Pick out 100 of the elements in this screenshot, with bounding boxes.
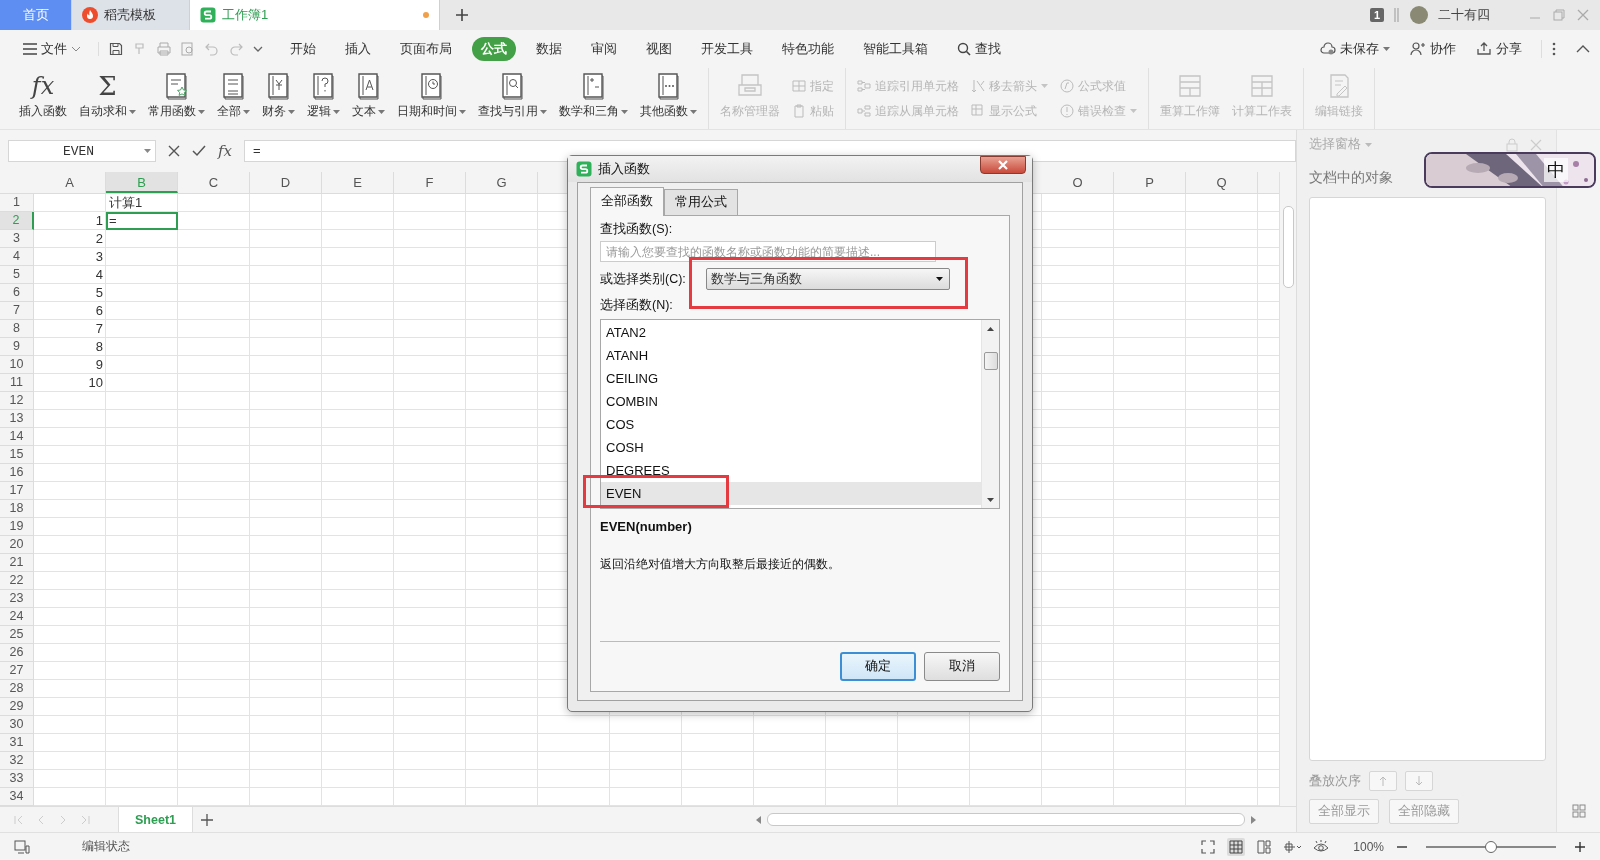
- add-sheet-icon[interactable]: [201, 813, 213, 826]
- fullscreen-icon[interactable]: [1201, 839, 1216, 854]
- toolbar-button[interactable]: 未保存: [1311, 37, 1399, 61]
- horizontal-scrollbar[interactable]: [767, 813, 1245, 826]
- check-icon[interactable]: [192, 145, 206, 157]
- ribbon-tab[interactable]: 特色功能: [773, 37, 843, 61]
- column-header[interactable]: G: [466, 172, 538, 193]
- notification-badge[interactable]: 1: [1369, 8, 1384, 22]
- first-sheet-icon[interactable]: [14, 814, 24, 825]
- table-cell[interactable]: 9: [34, 356, 106, 374]
- tab[interactable]: 工作簿1: [190, 0, 440, 30]
- input-method-toolbar[interactable]: 中: [1424, 152, 1596, 188]
- list-item[interactable]: CEILING: [601, 367, 981, 390]
- row-header[interactable]: 26: [0, 644, 34, 662]
- row-header[interactable]: 21: [0, 554, 34, 572]
- zoom-in-icon[interactable]: [1574, 840, 1586, 853]
- ribbon-button[interactable]: 常用函数: [143, 68, 210, 129]
- row-header[interactable]: 28: [0, 680, 34, 698]
- table-cell[interactable]: 2: [34, 230, 106, 248]
- list-item[interactable]: EVEN: [601, 482, 981, 505]
- ribbon-button[interactable]: fx 插入函数: [14, 68, 72, 129]
- row-header[interactable]: 6: [0, 284, 34, 302]
- print-icon[interactable]: [157, 42, 171, 56]
- dialog-tab[interactable]: 全部函数: [590, 187, 664, 216]
- row-header[interactable]: 11: [0, 374, 34, 392]
- column-header[interactable]: Q: [1186, 172, 1258, 193]
- row-header[interactable]: 20: [0, 536, 34, 554]
- row-header[interactable]: 27: [0, 662, 34, 680]
- list-item[interactable]: COMBIN: [601, 390, 981, 413]
- row-header[interactable]: 30: [0, 716, 34, 734]
- row-header[interactable]: 15: [0, 446, 34, 464]
- row-header[interactable]: 33: [0, 770, 34, 788]
- list-item[interactable]: COSH: [601, 436, 981, 459]
- dialog-button[interactable]: 确定: [840, 652, 916, 681]
- scroll-down-icon[interactable]: [987, 498, 994, 502]
- list-scrollbar[interactable]: [981, 320, 999, 508]
- table-cell[interactable]: =: [106, 212, 178, 230]
- table-cell[interactable]: 计算1: [106, 194, 178, 212]
- column-header[interactable]: E: [322, 172, 394, 193]
- search-button[interactable]: 查找: [948, 37, 1010, 61]
- toolbar-button[interactable]: 分享: [1467, 37, 1531, 61]
- row-header[interactable]: 4: [0, 248, 34, 266]
- status-icon[interactable]: [14, 839, 30, 854]
- ribbon-tab[interactable]: 页面布局: [391, 37, 461, 61]
- ribbon-tab[interactable]: 插入: [336, 37, 380, 61]
- undo-icon[interactable]: [205, 42, 219, 56]
- toolbar-button[interactable]: 协作: [1401, 37, 1465, 61]
- ribbon-tab[interactable]: 审阅: [582, 37, 626, 61]
- row-header[interactable]: 13: [0, 410, 34, 428]
- format-painter-icon[interactable]: [133, 42, 147, 56]
- column-header[interactable]: O: [1042, 172, 1114, 193]
- ribbon-tab[interactable]: 视图: [637, 37, 681, 61]
- vertical-scrollbar[interactable]: [1279, 172, 1296, 806]
- ribbon-button[interactable]: 其他函数: [635, 68, 702, 129]
- row-header[interactable]: 7: [0, 302, 34, 320]
- scroll-left-icon[interactable]: [756, 815, 761, 824]
- last-sheet-icon[interactable]: [80, 814, 90, 825]
- row-header[interactable]: 1: [0, 194, 34, 212]
- print-preview-icon[interactable]: [181, 42, 195, 56]
- reading-mode-icon[interactable]: [1283, 839, 1302, 854]
- row-header[interactable]: 24: [0, 608, 34, 626]
- ribbon-tab[interactable]: 数据: [527, 37, 571, 61]
- row-header[interactable]: 29: [0, 698, 34, 716]
- dialog-button[interactable]: 取消: [924, 652, 1000, 681]
- row-header[interactable]: 18: [0, 500, 34, 518]
- restore-icon[interactable]: [1552, 8, 1566, 22]
- row-header[interactable]: 8: [0, 320, 34, 338]
- ribbon-button[interactable]: Σ 自动求和: [74, 68, 141, 129]
- close-icon[interactable]: [1530, 138, 1542, 151]
- column-header[interactable]: D: [250, 172, 322, 193]
- table-cell[interactable]: 7: [34, 320, 106, 338]
- row-header[interactable]: 17: [0, 482, 34, 500]
- row-header[interactable]: 25: [0, 626, 34, 644]
- table-cell[interactable]: 3: [34, 248, 106, 266]
- row-header[interactable]: 9: [0, 338, 34, 356]
- column-header[interactable]: F: [394, 172, 466, 193]
- table-cell[interactable]: 8: [34, 338, 106, 356]
- redo-icon[interactable]: [229, 42, 243, 56]
- table-cell[interactable]: 4: [34, 266, 106, 284]
- scrollbar-thumb[interactable]: [1283, 206, 1294, 288]
- close-icon[interactable]: [1576, 8, 1590, 22]
- ribbon-button[interactable]: 查找与引用: [473, 68, 552, 129]
- apps-icon[interactable]: [1571, 804, 1586, 818]
- slider-thumb[interactable]: [1485, 840, 1497, 853]
- row-header[interactable]: 31: [0, 734, 34, 752]
- ribbon-button[interactable]: 日期和时间: [392, 68, 471, 129]
- column-header[interactable]: C: [178, 172, 250, 193]
- row-header[interactable]: 3: [0, 230, 34, 248]
- function-list[interactable]: ATAN2 ATANH CEILING COMBIN COS COSH DEGREES EVEN: [600, 319, 1000, 509]
- list-item[interactable]: ATAN2: [601, 321, 981, 344]
- collapse-icon[interactable]: [1576, 45, 1590, 53]
- row-header[interactable]: 34: [0, 788, 34, 806]
- insert-function-button[interactable]: fx: [218, 142, 232, 160]
- ribbon-button[interactable]: 文本: [347, 68, 390, 129]
- list-item[interactable]: ATANH: [601, 344, 981, 367]
- input-method-indicator[interactable]: 中: [1544, 158, 1568, 182]
- file-menu[interactable]: 文件: [14, 37, 90, 61]
- row-header[interactable]: 32: [0, 752, 34, 770]
- row-header[interactable]: 16: [0, 464, 34, 482]
- scroll-up-icon[interactable]: [987, 327, 994, 331]
